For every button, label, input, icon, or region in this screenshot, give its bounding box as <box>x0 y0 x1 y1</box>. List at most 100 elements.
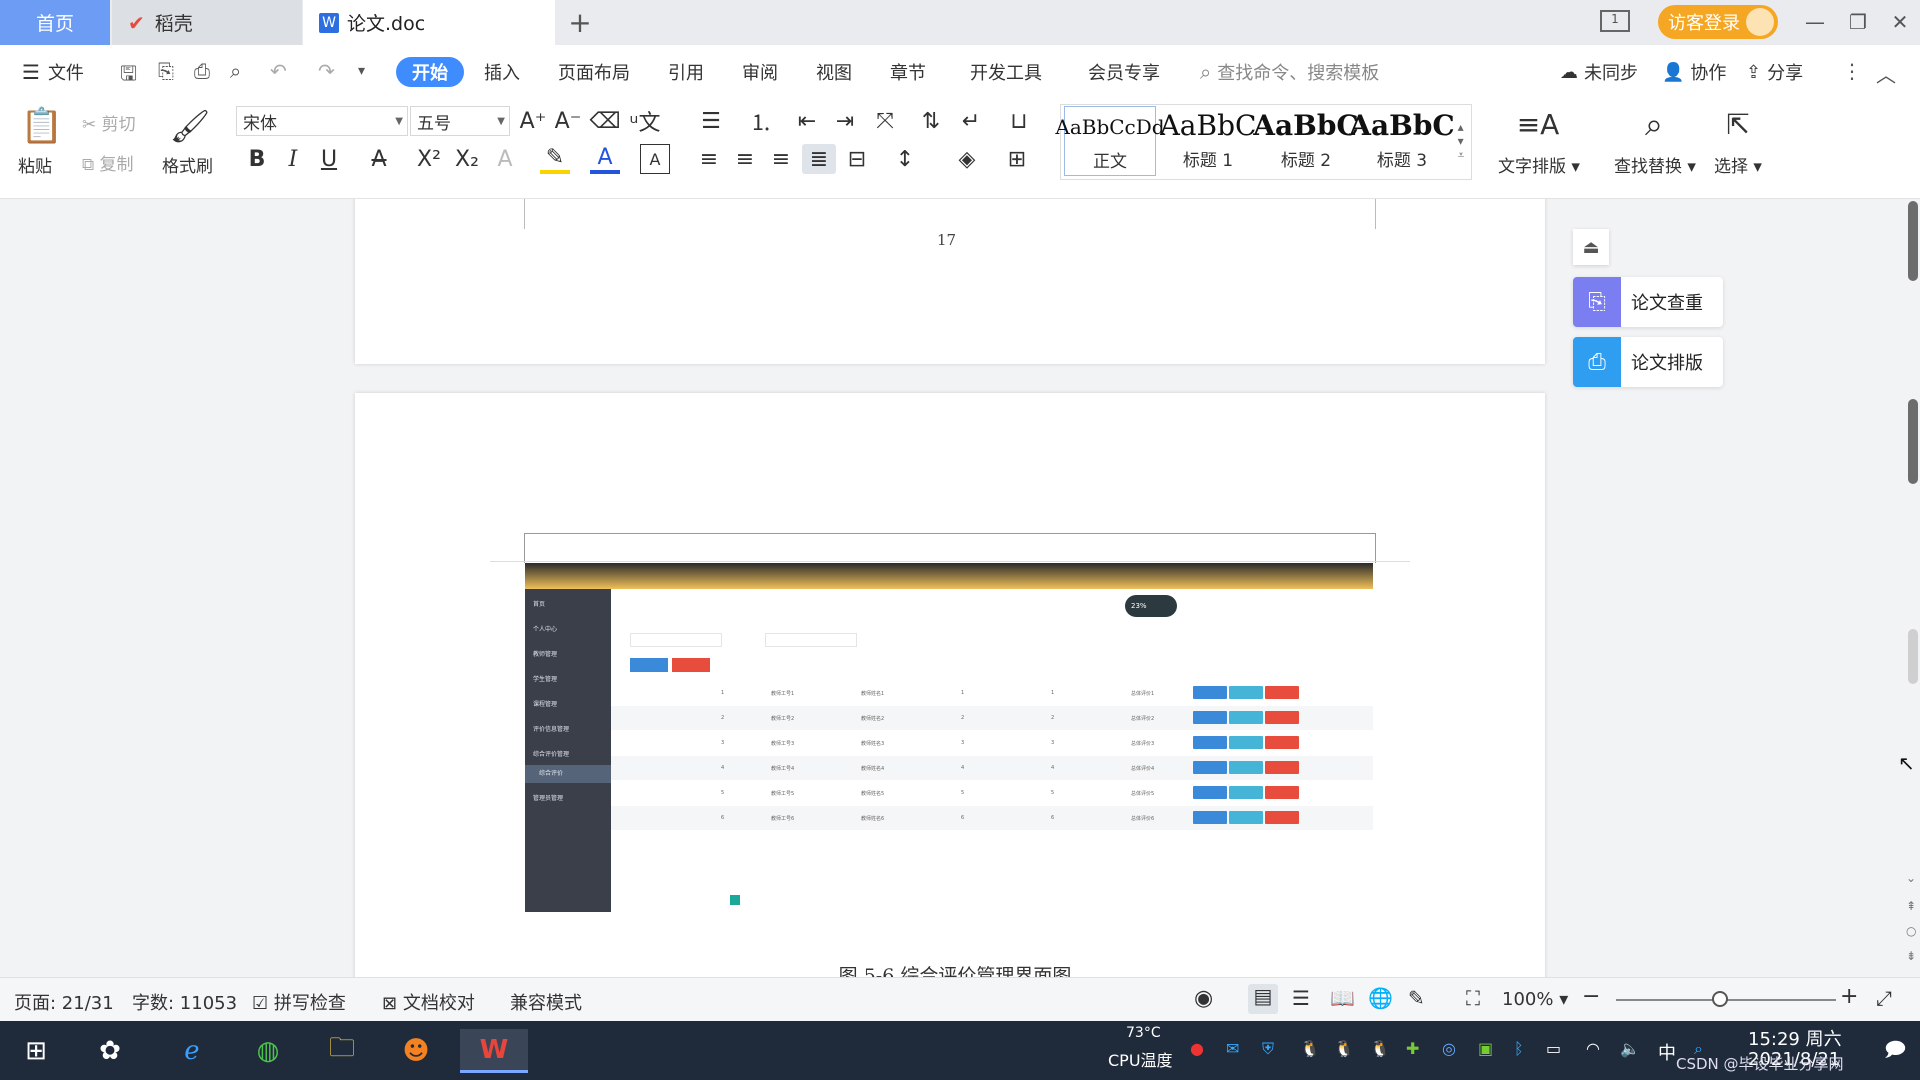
menu-references[interactable]: 引用 <box>668 57 704 87</box>
tray-cloud-icon[interactable]: ◎ <box>1442 1039 1456 1058</box>
collapse-ribbon-icon[interactable]: ︿ <box>1876 59 1896 88</box>
sort-icon[interactable]: ⇅ <box>916 106 946 136</box>
increase-indent-icon[interactable]: ⇥ <box>830 106 860 136</box>
find-replace-button[interactable]: 查找替换 ▾ <box>1614 152 1696 177</box>
fit-page-icon[interactable]: ⛶ <box>1466 986 1480 1010</box>
font-size-select[interactable]: 五号 ▼ <box>410 106 510 136</box>
word-count[interactable]: 字数: 11053 <box>132 989 237 1015</box>
superscript-icon[interactable]: X² <box>414 144 444 174</box>
share-button[interactable]: ⇪ 分享 <box>1746 57 1803 87</box>
cut-button[interactable]: ✂ 剪切 <box>82 110 136 135</box>
tab-document[interactable]: W 论文.doc <box>303 0 555 45</box>
vertical-scrollbar[interactable]: ⌄ ⇞ ○ ⇟ <box>1904 199 1920 977</box>
subscript-icon[interactable]: X₂ <box>452 144 482 174</box>
reading-view-icon[interactable]: 📖 <box>1330 986 1355 1010</box>
style-normal[interactable]: AaBbCcDd 正文 <box>1055 106 1165 176</box>
notification-icon[interactable]: 🗩 <box>1884 1035 1906 1069</box>
tray-qq-icon[interactable]: 🐧 <box>1334 1039 1354 1058</box>
find-replace-icon[interactable]: ⌕ <box>1632 104 1676 144</box>
prev-page-icon[interactable]: ⇞ <box>1906 899 1916 913</box>
highlight-icon[interactable]: ✎ <box>540 144 570 174</box>
italic-icon[interactable]: I <box>278 144 308 174</box>
underline-icon[interactable]: U <box>314 144 344 174</box>
scrollbar-thumb[interactable] <box>1908 399 1918 484</box>
print-icon[interactable]: ⎙ <box>194 59 210 83</box>
format-painter-button[interactable]: 格式刷 <box>162 152 213 177</box>
next-page-icon[interactable]: ⇟ <box>1906 949 1916 963</box>
proofread-button[interactable]: ⊠ 文档校对 <box>382 989 475 1015</box>
print-preview-icon[interactable]: ⌕ <box>230 59 241 83</box>
collaborate-button[interactable]: 👤 协作 <box>1662 57 1726 87</box>
chinese-layout-icon[interactable]: ⤧ <box>868 106 902 136</box>
clear-format-icon[interactable]: ⌫ <box>589 106 620 136</box>
strikethrough-icon[interactable]: A <box>364 144 394 174</box>
menu-start[interactable]: 开始 <box>396 57 464 87</box>
tray-qq-icon[interactable]: 🐧 <box>1370 1039 1390 1058</box>
copy-button[interactable]: ⧉ 复制 <box>82 150 134 175</box>
scroll-down-icon[interactable]: ⌄ <box>1906 871 1916 885</box>
menu-page-layout[interactable]: 页面布局 <box>558 57 630 87</box>
phonetic-guide-icon[interactable]: ᵘ文 <box>628 106 662 136</box>
style-heading-3[interactable]: AaBbC 标题 3 <box>1349 106 1454 176</box>
wps-writer-icon[interactable]: W <box>460 1029 528 1073</box>
wifi-icon[interactable]: ◠ <box>1586 1039 1600 1058</box>
format-paint-quick-icon[interactable]: ⎘ <box>158 59 174 83</box>
bullet-list-icon[interactable]: ☰ <box>694 106 728 136</box>
clock-time[interactable]: 15:29 周六 <box>1748 1025 1842 1051</box>
align-center-icon[interactable]: ≡ <box>730 144 760 174</box>
paste-icon[interactable]: 📋 <box>21 106 63 146</box>
grow-font-icon[interactable]: A⁺ <box>518 106 548 136</box>
undo-icon[interactable]: ↶ <box>270 59 287 83</box>
more-options-icon[interactable]: ⋮ <box>1842 59 1862 83</box>
text-layout-icon[interactable]: ≡A <box>1516 104 1560 144</box>
align-right-icon[interactable]: ≡ <box>766 144 796 174</box>
paper-layout-button[interactable]: ⎙ 论文排版 <box>1573 337 1723 387</box>
embedded-screenshot[interactable]: 首页 个人中心 教师管理 学生管理 课程管理 评价信息管理 综合评价管理 综合评… <box>525 563 1373 912</box>
shrink-font-icon[interactable]: A⁻ <box>553 106 583 136</box>
tab-stops-icon[interactable]: ⊔ <box>1002 106 1036 136</box>
app-game-icon[interactable]: ☻ <box>394 1029 438 1073</box>
bold-icon[interactable]: B <box>242 144 272 174</box>
volume-icon[interactable]: 🔈 <box>1620 1039 1640 1058</box>
align-left-icon[interactable]: ≡ <box>694 144 724 174</box>
style-heading-2[interactable]: AaBbC 标题 2 <box>1253 106 1358 176</box>
zoom-select[interactable]: 100% ▾ <box>1502 989 1568 1010</box>
file-explorer-icon[interactable]: 🗀 <box>320 1029 364 1073</box>
battery-icon[interactable]: ▭ <box>1546 1039 1561 1058</box>
font-color-icon[interactable]: A <box>590 144 620 174</box>
numbered-list-icon[interactable]: ⒈ <box>744 106 778 136</box>
fullscreen-icon[interactable]: ⤢ <box>1876 986 1892 1010</box>
menu-chapter[interactable]: 章节 <box>890 57 926 87</box>
zoom-out-icon[interactable]: − <box>1582 984 1600 1009</box>
save-icon[interactable]: 🖫 <box>120 59 137 93</box>
tray-nvidia-icon[interactable]: ▣ <box>1478 1039 1493 1058</box>
document-canvas[interactable]: 17 首页 个人中心 教师管理 学生管理 课程管理 评价信息管理 综合评价管理 … <box>0 199 1920 977</box>
tray-qq-icon[interactable]: 🐧 <box>1300 1039 1320 1058</box>
web-view-icon[interactable]: 🌐 <box>1368 986 1393 1010</box>
browser-360-icon[interactable]: ◍ <box>246 1029 290 1073</box>
select-button[interactable]: 选择 ▾ <box>1714 152 1762 177</box>
tray-shield-icon[interactable]: ⛨ <box>1262 1039 1274 1059</box>
tray-plus-icon[interactable]: ✚ <box>1406 1039 1419 1058</box>
redo-icon[interactable]: ↷ <box>318 59 335 83</box>
zoom-slider[interactable] <box>1616 991 1836 1007</box>
restore-icon[interactable]: ❐ <box>1838 6 1878 38</box>
input-lang-indicator[interactable]: 中 <box>1658 1039 1676 1065</box>
page-indicator[interactable]: 页面: 21/31 <box>14 989 114 1015</box>
char-border-icon[interactable]: A <box>640 144 670 174</box>
command-search[interactable]: ⌕ 查找命令、搜索模板 <box>1200 57 1379 87</box>
tray-app-icon[interactable]: ● <box>1190 1039 1204 1058</box>
menu-developer[interactable]: 开发工具 <box>970 57 1042 87</box>
close-icon[interactable]: ✕ <box>1880 6 1920 38</box>
text-effect-icon[interactable]: A <box>490 144 520 174</box>
menu-insert[interactable]: 插入 <box>484 57 520 87</box>
paste-button[interactable]: 粘贴 <box>18 152 52 177</box>
panel-collapse-icon[interactable]: ⏏ <box>1573 229 1609 265</box>
menu-review[interactable]: 审阅 <box>742 57 778 87</box>
file-menu[interactable]: ☰ 文件 <box>22 57 84 87</box>
minimize-icon[interactable]: — <box>1795 6 1835 38</box>
zoom-in-icon[interactable]: + <box>1840 984 1858 1009</box>
menu-view[interactable]: 视图 <box>816 57 852 87</box>
ie-browser-icon[interactable]: ℯ <box>170 1029 214 1073</box>
sync-status-button[interactable]: ☁ 未同步 <box>1560 57 1638 87</box>
